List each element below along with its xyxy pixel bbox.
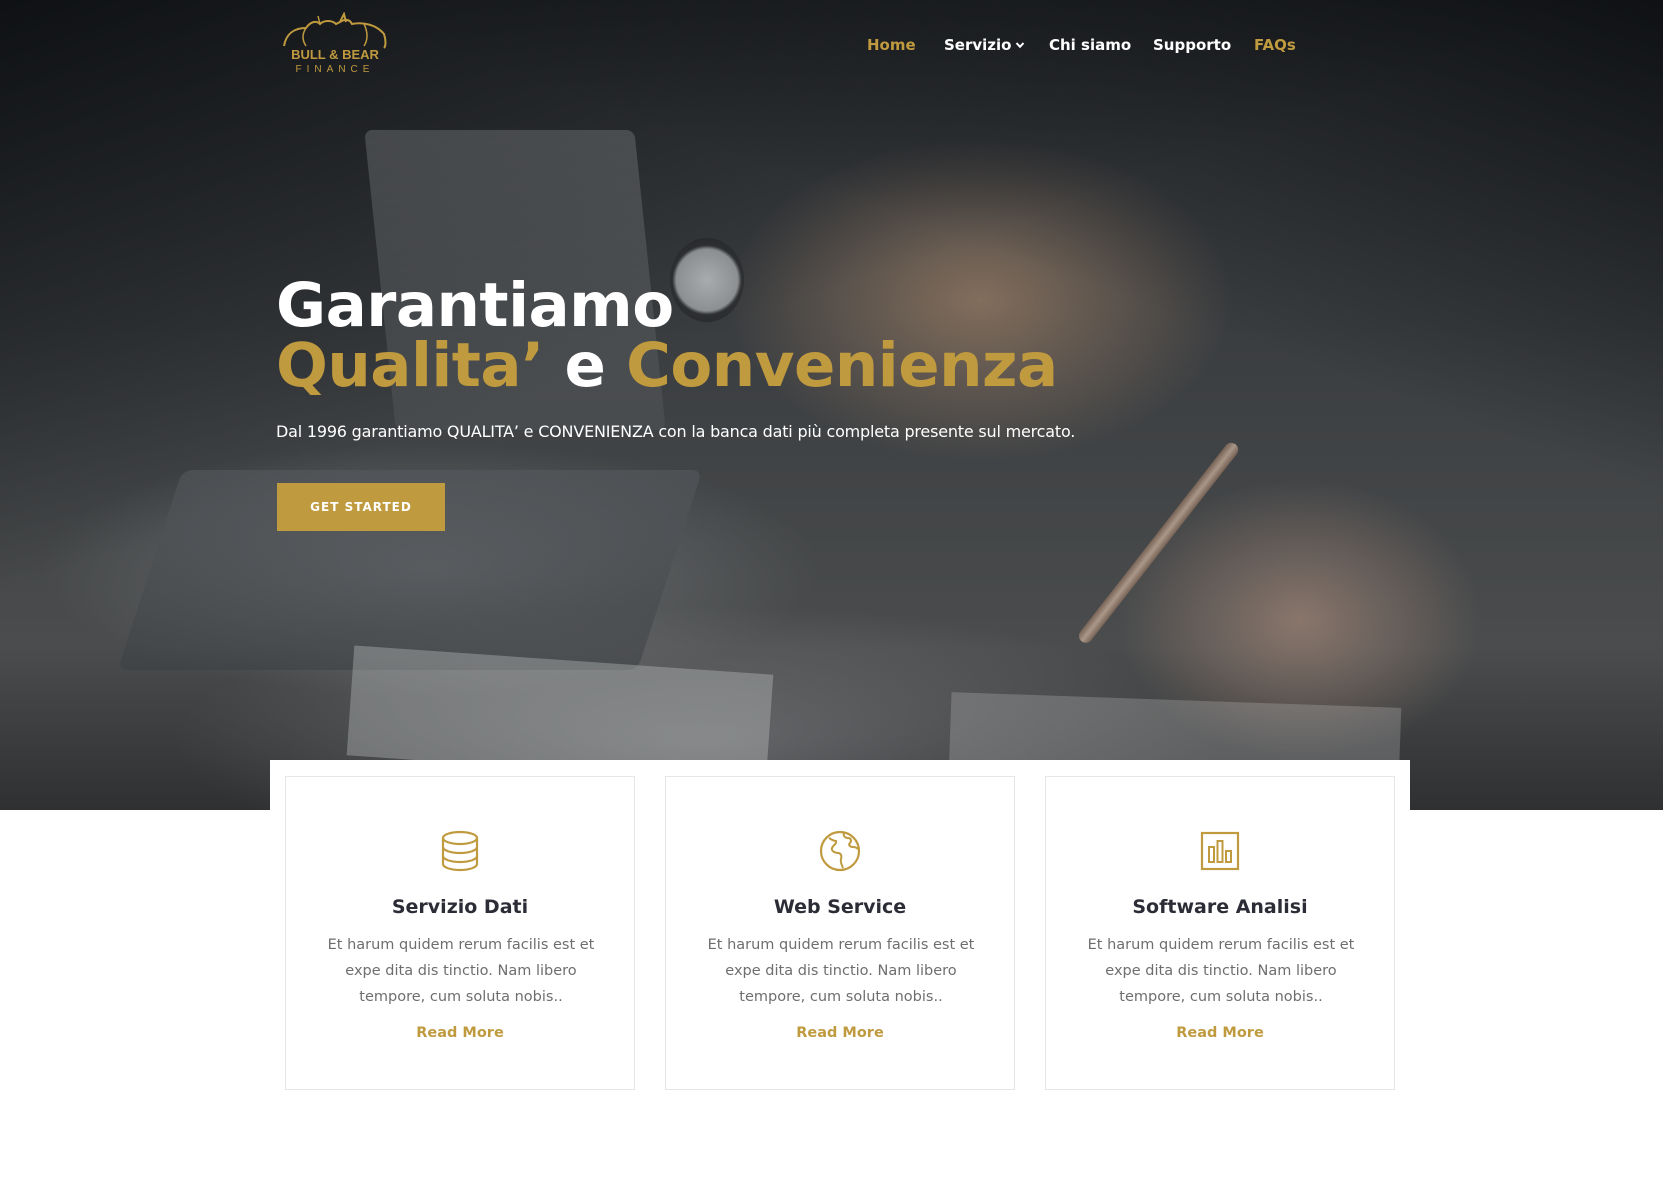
database-icon [438, 829, 482, 873]
nav-supporto[interactable]: Supporto [1153, 36, 1231, 54]
service-description: Et harum quidem rerum facilis est et exp… [1087, 937, 1355, 1005]
bar-chart-icon [1198, 829, 1242, 873]
hero-title-e: e [543, 330, 627, 401]
hero-section [0, 0, 1663, 810]
hero-title-convenienza: Convenienza [626, 330, 1058, 401]
hero-subtitle: Dal 1996 garantiamo QUALITA’ e CONVENIEN… [276, 422, 1076, 441]
bull-bear-logo-icon: BULL & BEAR FINANCE [283, 11, 387, 75]
service-title: Software Analisi [1132, 896, 1308, 918]
hero-title: Garantiamo Qualita’ e Convenienza [276, 275, 1058, 396]
nav-servizio[interactable]: Servizio [944, 36, 1025, 54]
services-section: Servizio Dati Et harum quidem rerum faci… [270, 760, 1410, 1110]
read-more-link[interactable]: Read More [1046, 1025, 1394, 1041]
logo-text-line1: BULL & BEAR [291, 47, 379, 62]
hero-right-edge [1663, 0, 1680, 810]
get-started-button[interactable]: GET STARTED [277, 483, 445, 531]
nav-chi-siamo[interactable]: Chi siamo [1049, 36, 1131, 54]
brand-logo[interactable]: BULL & BEAR FINANCE [280, 11, 390, 76]
service-card-software-analisi: Software Analisi Et harum quidem rerum f… [1045, 776, 1395, 1090]
pen-photo [1076, 440, 1242, 646]
nav-servizio-label: Servizio [944, 36, 1012, 54]
chevron-down-icon [1015, 40, 1025, 50]
read-more-link[interactable]: Read More [286, 1025, 634, 1041]
logo-text-line2: FINANCE [296, 64, 375, 75]
nav-home[interactable]: Home [867, 36, 916, 54]
service-card-servizio-dati: Servizio Dati Et harum quidem rerum faci… [285, 776, 635, 1090]
nav-faqs[interactable]: FAQs [1254, 36, 1296, 54]
service-title: Web Service [773, 896, 907, 918]
service-title: Servizio Dati [391, 896, 529, 918]
read-more-link[interactable]: Read More [666, 1025, 1014, 1041]
globe-africa-icon [818, 829, 862, 873]
service-description: Et harum quidem rerum facilis est et exp… [327, 937, 595, 1005]
service-description: Et harum quidem rerum facilis est et exp… [707, 937, 975, 1005]
hero-title-qualita: Qualita’ [276, 330, 544, 401]
service-card-web-service: Web Service Et harum quidem rerum facili… [665, 776, 1015, 1090]
